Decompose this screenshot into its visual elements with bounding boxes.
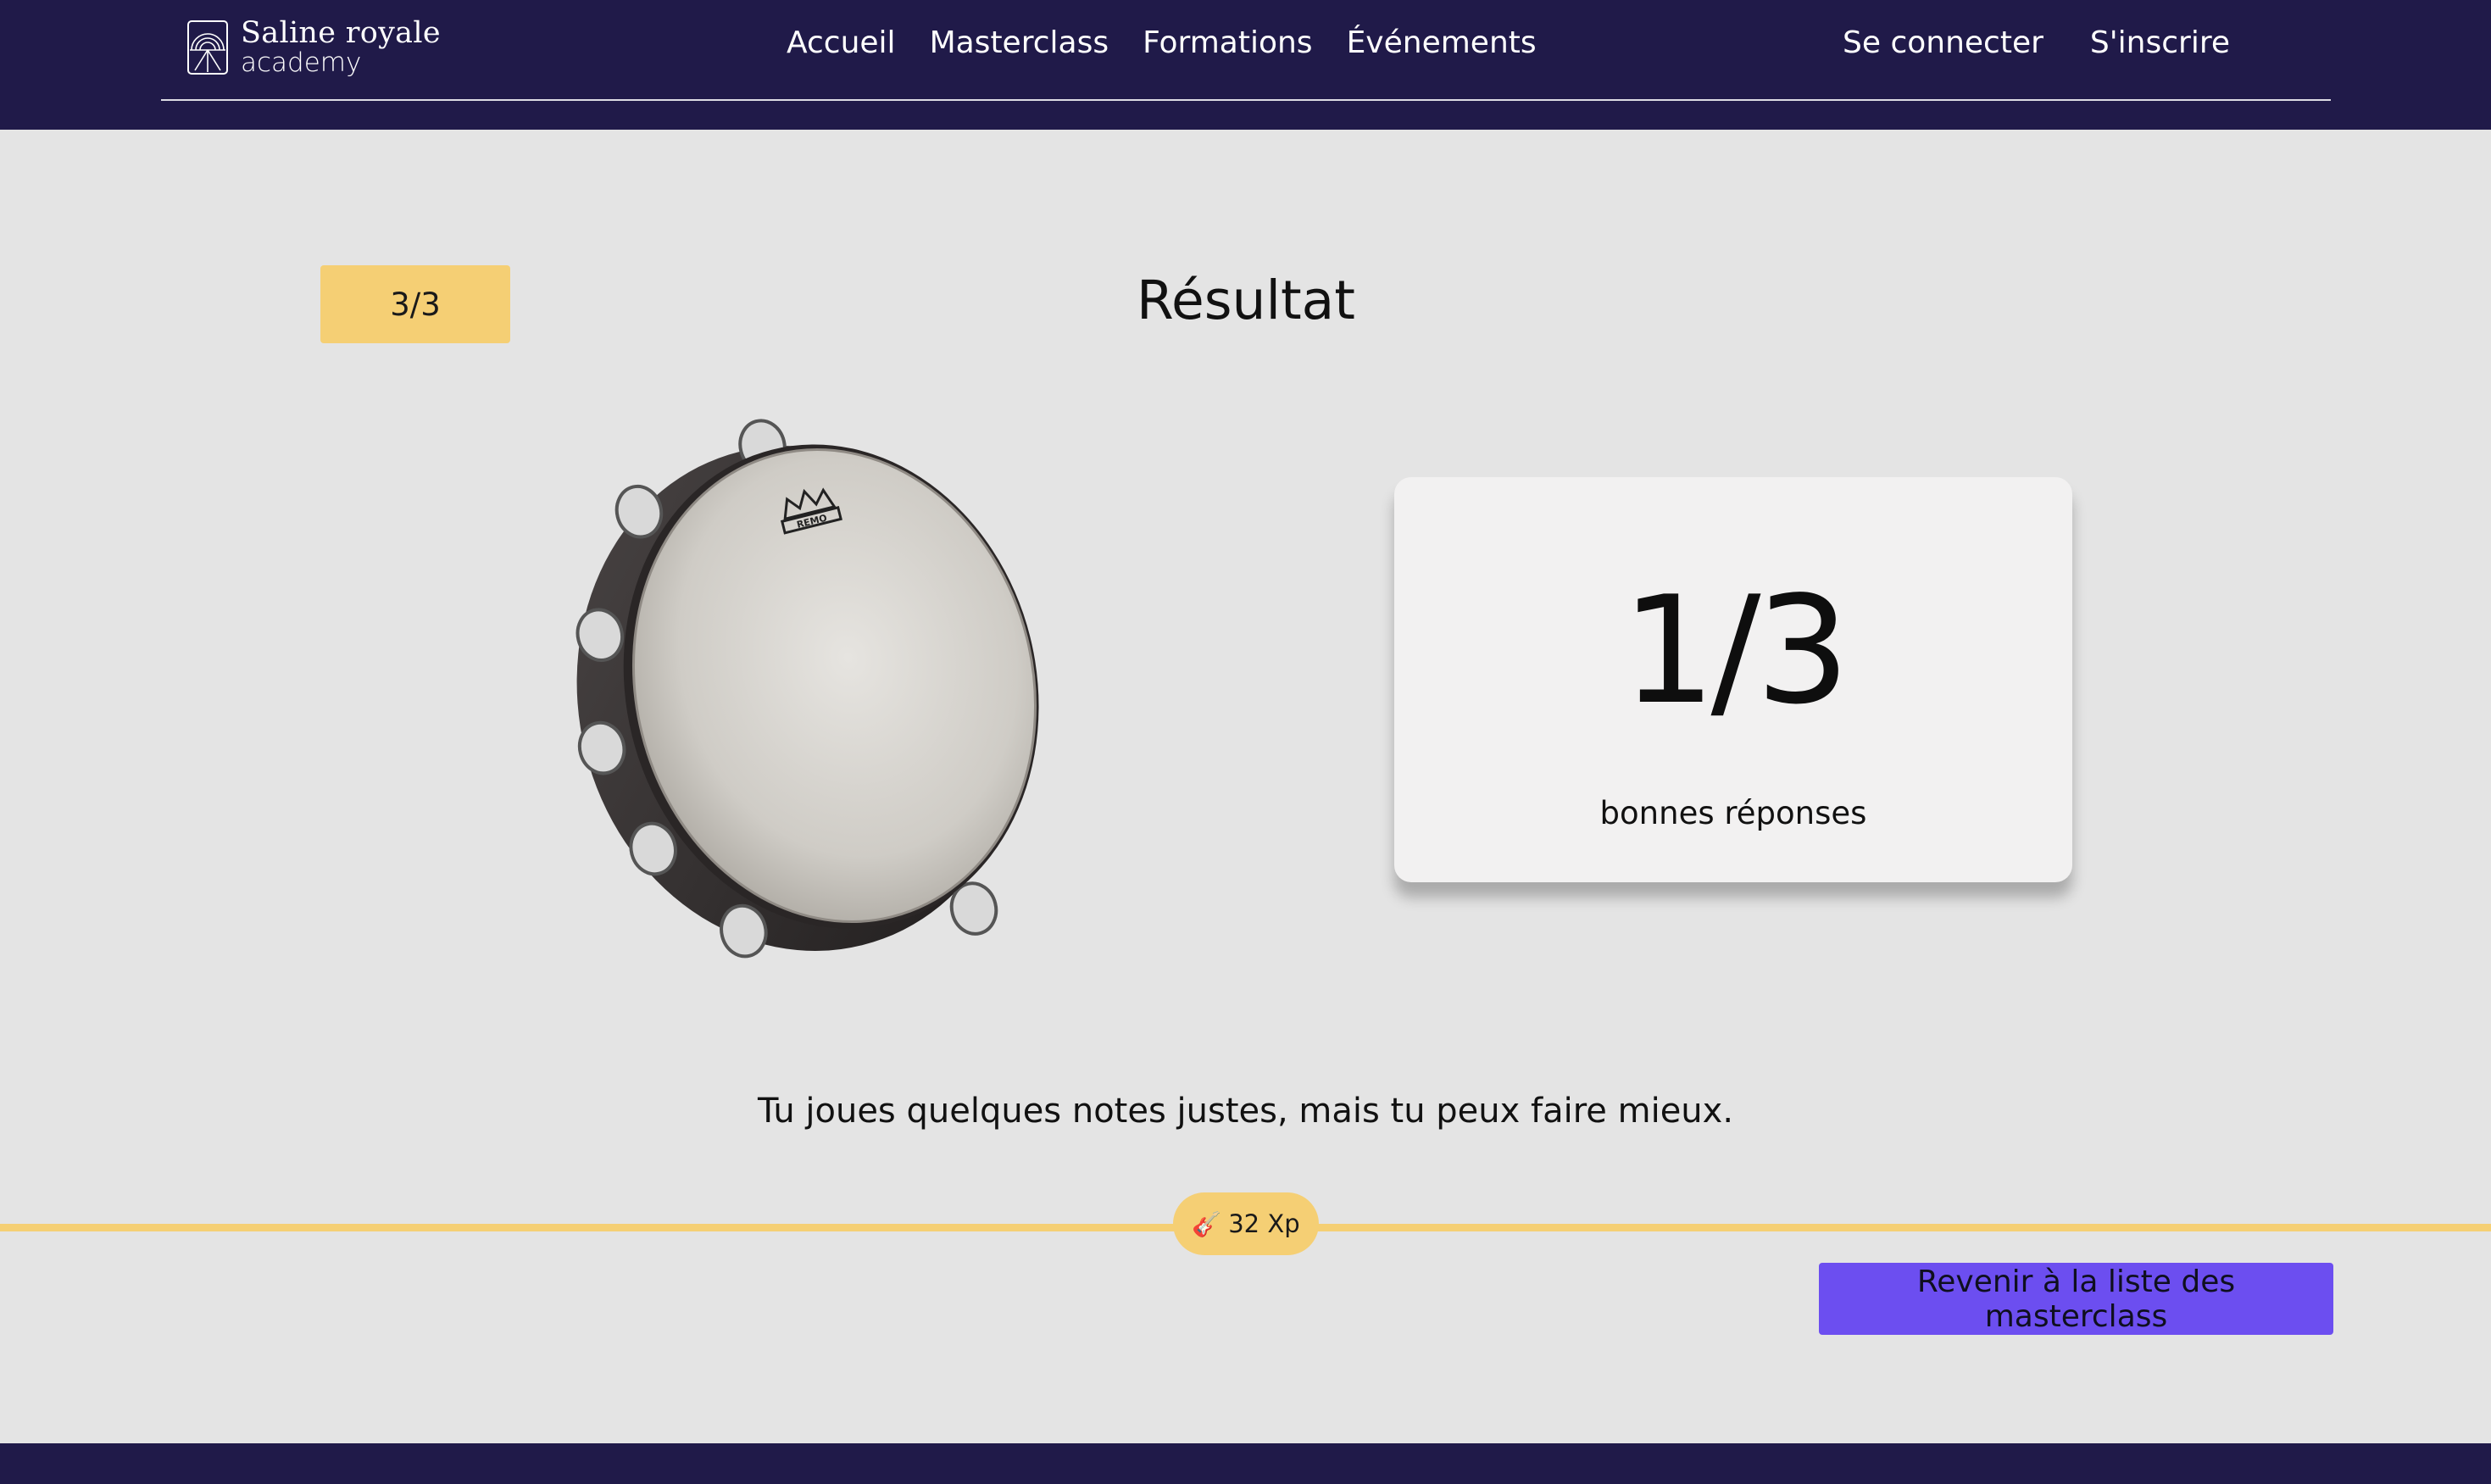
back-to-masterclass-list-button[interactable]: Revenir à la liste des masterclass — [1819, 1263, 2333, 1335]
site-logo[interactable]: Saline royale academy — [186, 19, 441, 76]
nav-link-evenements[interactable]: Événements — [1347, 25, 1537, 60]
question-progress-badge: 3/3 — [320, 265, 510, 343]
top-navigation-bar: Saline royale academy Accueil Masterclas… — [0, 0, 2491, 130]
question-progress-text: 3/3 — [390, 286, 441, 323]
logo-emblem-icon — [187, 20, 228, 75]
page-title: Résultat — [1137, 270, 1355, 331]
logo-title: Saline royale — [241, 16, 441, 50]
nav-link-accueil[interactable]: Accueil — [787, 25, 896, 60]
auth-links: Se connecter S'inscrire — [1843, 25, 2230, 60]
xp-value: 32 Xp — [1228, 1209, 1300, 1238]
tambourine-icon: REMO — [575, 419, 1039, 959]
guitar-icon: 🎸 — [1192, 1209, 1222, 1238]
logo-wordmark: Saline royale academy — [241, 19, 441, 76]
xp-badge: 🎸 32 Xp — [1173, 1192, 1319, 1255]
footer-bar — [0, 1443, 2491, 1484]
login-link[interactable]: Se connecter — [1843, 25, 2043, 60]
main-navigation: Accueil Masterclass Formations Événement… — [787, 25, 1537, 60]
feedback-message: Tu joues quelques notes justes, mais tu … — [757, 1092, 1734, 1131]
nav-link-formations[interactable]: Formations — [1143, 25, 1312, 60]
score-label: bonnes réponses — [1599, 795, 1867, 831]
logo-subtitle: academy — [241, 47, 362, 78]
nav-link-masterclass[interactable]: Masterclass — [930, 25, 1109, 60]
signup-link[interactable]: S'inscrire — [2090, 25, 2230, 60]
header-divider — [161, 99, 2331, 101]
score-value: 1/3 — [1621, 565, 1850, 737]
score-card: 1/3 bonnes réponses — [1394, 477, 2072, 882]
